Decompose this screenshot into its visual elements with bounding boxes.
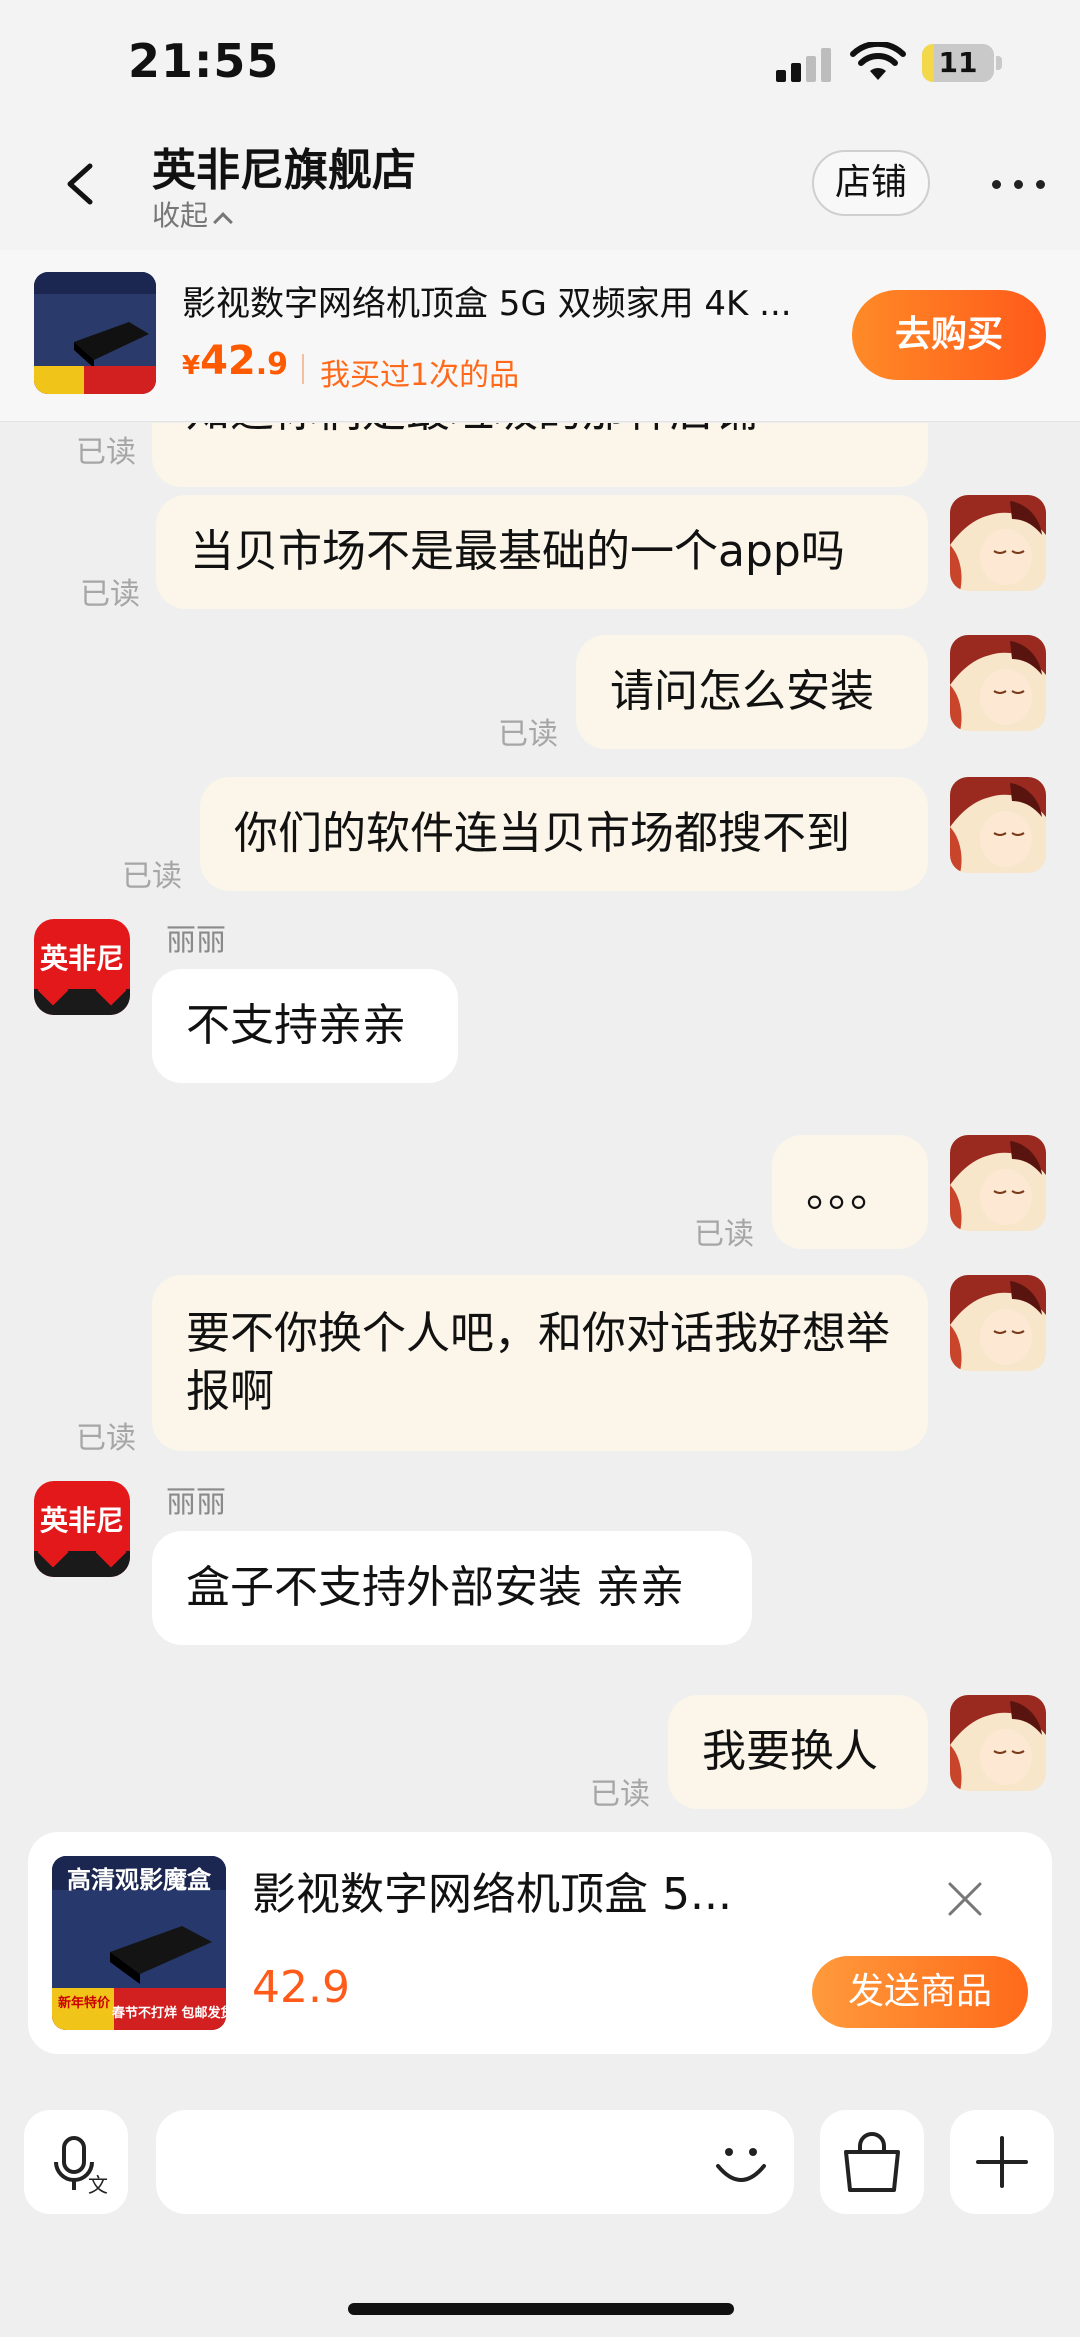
battery-icon: 11 (922, 44, 994, 82)
read-receipt: 已读 (590, 1777, 650, 1812)
message-bubble[interactable]: 当贝市场不是最基础的一个app吗 (156, 495, 928, 609)
chevron-left-icon[interactable] (50, 152, 114, 216)
shopping-bag-button[interactable] (820, 2110, 924, 2214)
read-receipt: 已读 (122, 859, 182, 894)
read-receipt: 已读 (76, 435, 136, 470)
product-price: ¥42.9 (182, 338, 289, 384)
emoji-icon[interactable] (706, 2128, 776, 2198)
read-receipt: 已读 (76, 1421, 136, 1456)
store-button[interactable]: 店铺 (812, 150, 930, 216)
thumb-tag: 新年特价 (57, 1996, 110, 2011)
product-bar[interactable]: 影视数字网络机顶盒 5G 双频家用 4K ... ¥42.9 我买过1次的品 去… (0, 250, 1080, 422)
battery-level: 11 (938, 46, 978, 79)
shopping-bag-icon (844, 2132, 900, 2192)
close-icon[interactable] (940, 1874, 990, 1924)
thumb-tag: 春节不打烊 包邮发货 (112, 2006, 226, 2021)
user-avatar[interactable] (950, 1695, 1046, 1791)
read-receipt: 已读 (80, 577, 140, 612)
shop-avatar[interactable]: 英非尼 (34, 1481, 130, 1577)
message-bubble[interactable]: 要不你换个人吧，和你对话我好想举报啊 (152, 1275, 928, 1451)
svg-text:文: 文 (88, 2173, 108, 2197)
home-indicator[interactable] (348, 2303, 734, 2315)
user-avatar[interactable] (950, 1275, 1046, 1371)
product-thumbnail[interactable]: 高清观影魔盒 新年特价 春节不打烊 包邮发货 (52, 1856, 226, 2030)
sender-name: 丽丽 (166, 923, 226, 958)
message-bubble[interactable]: 你们的软件连当贝市场都搜不到 (200, 777, 928, 891)
buy-button[interactable]: 去购买 (852, 290, 1046, 380)
collapse-toggle[interactable]: 收起 (152, 194, 233, 234)
chat-area[interactable]: 知道你们是最垃圾的那种店铺 已读 当贝市场不是最基础的一个app吗 已读 请问怎… (0, 423, 1080, 1815)
message-bubble[interactable]: 不支持亲亲 (152, 969, 458, 1083)
more-dots-icon[interactable] (984, 160, 1054, 204)
input-bar: 文 (0, 2080, 1080, 2337)
chat-header: 英非尼旗舰店 收起 店铺 (0, 130, 1080, 250)
battery-tip (996, 56, 1002, 70)
status-time: 21:55 (128, 34, 280, 88)
send-product-card: 高清观影魔盒 新年特价 春节不打烊 包邮发货 影视数字网络机顶盒 5... 42… (28, 1832, 1052, 2054)
voice-to-text-icon: 文 (54, 2136, 108, 2197)
status-bar: 21:55 11 (0, 0, 1080, 130)
user-avatar[interactable] (950, 777, 1046, 873)
wifi-icon (850, 42, 906, 80)
message-bubble[interactable]: 。。。 (772, 1135, 928, 1249)
send-card-title: 影视数字网络机顶盒 5... (252, 1869, 732, 1920)
collapse-label: 收起 (152, 199, 209, 232)
chevron-up-icon (213, 212, 233, 232)
user-avatar[interactable] (950, 635, 1046, 731)
read-receipt: 已读 (694, 1217, 754, 1252)
message-bubble[interactable]: 请问怎么安装 (576, 635, 928, 749)
message-input[interactable] (156, 2110, 794, 2214)
sender-name: 丽丽 (166, 1485, 226, 1520)
send-product-button[interactable]: 发送商品 (812, 1956, 1028, 2028)
product-thumbnail (34, 272, 156, 394)
send-card-price: 42.9 (252, 1962, 350, 2013)
shop-title: 英非尼旗舰店 (152, 145, 416, 196)
user-avatar[interactable] (950, 495, 1046, 591)
message-bubble[interactable]: 我要换人 (668, 1695, 928, 1809)
bought-note: 我买过1次的品 (320, 358, 520, 393)
plus-icon (976, 2136, 1028, 2188)
shop-avatar[interactable]: 英非尼 (34, 919, 130, 1015)
product-title: 影视数字网络机顶盒 5G 双频家用 4K ... (182, 284, 792, 324)
voice-to-text-button[interactable]: 文 (24, 2110, 128, 2214)
plus-button[interactable] (950, 2110, 1054, 2214)
message-bubble[interactable]: 知道你们是最垃圾的那种店铺 (152, 423, 928, 487)
read-receipt: 已读 (498, 717, 558, 752)
thumb-title: 高清观影魔盒 (67, 1866, 211, 1894)
user-avatar[interactable] (950, 1135, 1046, 1231)
message-bubble[interactable]: 盒子不支持外部安装 亲亲 (152, 1531, 752, 1645)
signal-icon (776, 48, 831, 82)
divider (302, 354, 304, 384)
